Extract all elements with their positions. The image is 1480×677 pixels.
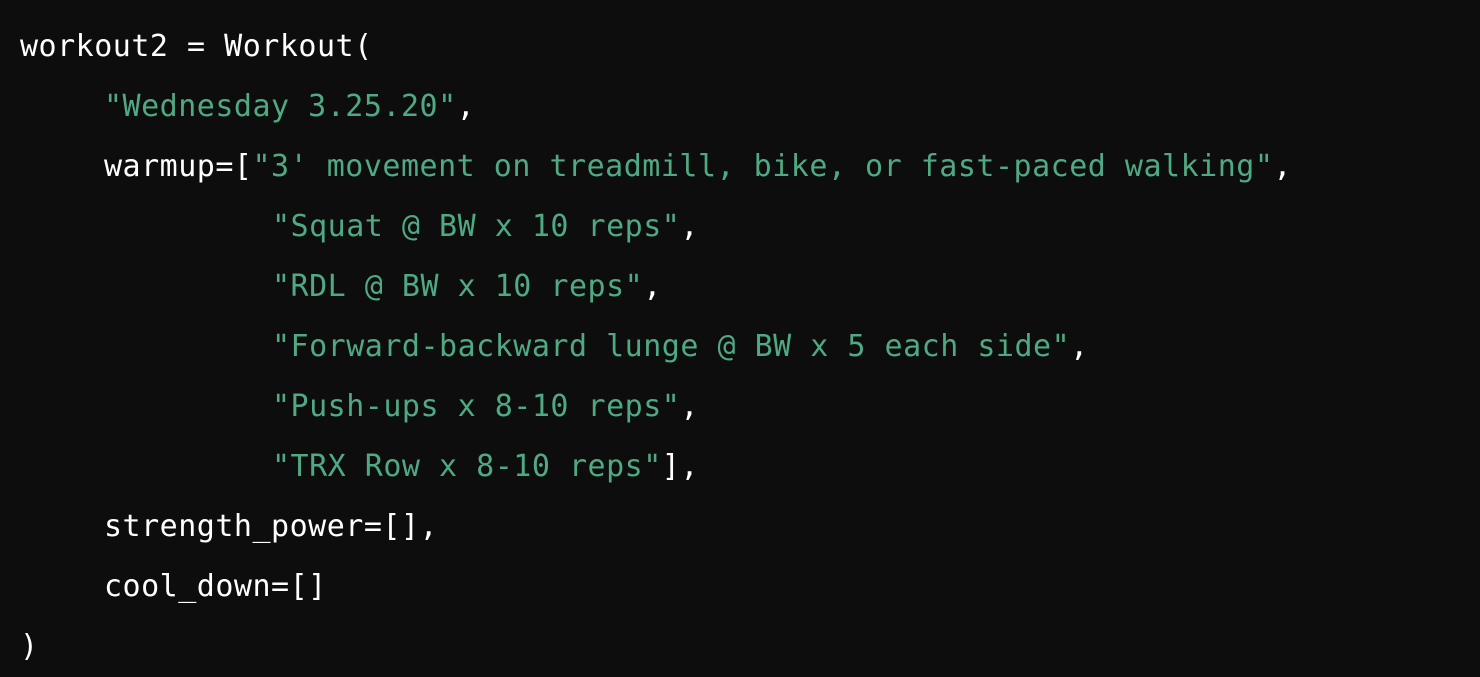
string-literal: "Forward-backward lunge @ BW x 5 each si…: [272, 329, 1071, 364]
punctuation: ,: [1273, 149, 1292, 184]
code-text: cool_down=[]: [104, 569, 327, 604]
string-literal: "Squat @ BW x 10 reps": [272, 209, 681, 244]
string-literal: "3' movement on treadmill, bike, or fast…: [252, 149, 1274, 184]
code-line-4: "Squat @ BW x 10 reps",: [20, 197, 1480, 257]
code-line-11: ): [20, 617, 1480, 677]
code-text: ): [20, 629, 39, 664]
punctuation: ,: [680, 209, 699, 244]
code-line-2: "Wednesday 3.25.20",: [20, 77, 1480, 137]
code-line-8: "TRX Row x 8-10 reps"],: [20, 437, 1480, 497]
code-line-6: "Forward-backward lunge @ BW x 5 each si…: [20, 317, 1480, 377]
string-literal: "RDL @ BW x 10 reps": [272, 269, 644, 304]
punctuation: ],: [661, 449, 699, 484]
code-text: strength_power=[],: [104, 509, 439, 544]
string-literal: "Push-ups x 8-10 reps": [272, 389, 681, 424]
string-literal: "TRX Row x 8-10 reps": [272, 449, 662, 484]
code-line-9: strength_power=[],: [20, 497, 1480, 557]
code-line-7: "Push-ups x 8-10 reps",: [20, 377, 1480, 437]
punctuation: ,: [680, 389, 699, 424]
punctuation: ,: [1070, 329, 1089, 364]
punctuation: ,: [643, 269, 662, 304]
code-line-3: warmup=["3' movement on treadmill, bike,…: [20, 137, 1480, 197]
code-line-5: "RDL @ BW x 10 reps",: [20, 257, 1480, 317]
code-line-1: workout2 = Workout(: [20, 17, 1480, 77]
code-block: workout2 = Workout( "Wednesday 3.25.20",…: [0, 0, 1480, 674]
punctuation: ,: [456, 89, 476, 124]
code-text: workout2 = Workout(: [20, 29, 373, 64]
code-text: warmup=[: [104, 149, 253, 184]
string-literal: "Wednesday 3.25.20": [104, 89, 457, 124]
code-line-10: cool_down=[]: [20, 557, 1480, 617]
